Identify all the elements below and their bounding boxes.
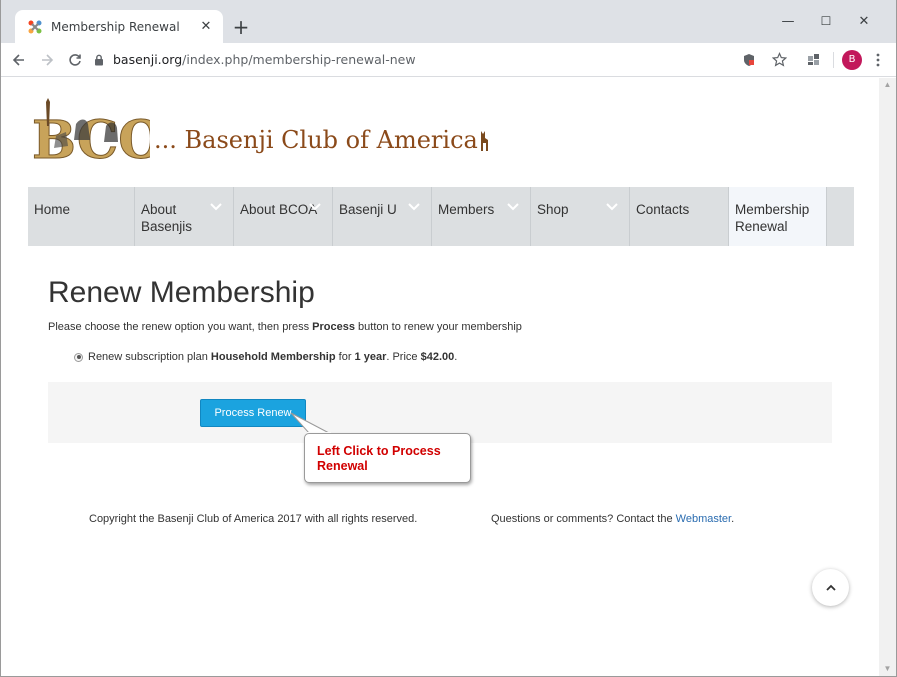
plan-name: Household Membership (210, 351, 336, 363)
plan-end: . (454, 351, 458, 363)
forward-icon[interactable] (35, 48, 59, 72)
menu-kebab-icon[interactable] (866, 48, 890, 72)
plan-pre: Renew subscription plan (88, 351, 211, 363)
browser-window: Membership Renewal ✕ + — ☐ ✕ basenji.org… (0, 0, 897, 677)
nav-item-label: Members (438, 202, 495, 217)
instructions-post: button to renew your membership (354, 321, 522, 333)
chevron-down-icon (309, 203, 321, 211)
toolbar-divider (833, 51, 834, 68)
radio-selected-dot (76, 355, 81, 359)
page-title: Renew Membership (48, 276, 315, 309)
scroll-up-arrow-icon[interactable]: ▲ (879, 80, 896, 90)
address-bar[interactable]: basenji.org/index.php/membership-renewal… (87, 46, 737, 74)
chevron-down-icon (507, 203, 519, 211)
nav-item-label: Contacts (636, 202, 690, 217)
extensions-puzzle-icon[interactable] (801, 48, 825, 72)
nav-item-basenji-u[interactable]: Basenji U (333, 187, 432, 246)
nav-item-members[interactable]: Members (432, 187, 531, 246)
footer-copyright: Copyright the Basenji Club of America 20… (89, 513, 418, 525)
nav-item-label: About BCOA (240, 202, 318, 217)
chevron-down-icon (408, 203, 420, 211)
plan-option[interactable]: Renew subscription plan Household Member… (74, 351, 457, 363)
vertical-scrollbar[interactable]: ▲ ▼ (879, 78, 896, 676)
back-icon[interactable] (7, 48, 31, 72)
nav-item-label: Basenji U (339, 202, 397, 217)
url-text: basenji.org/index.php/membership-renewal… (113, 52, 416, 67)
tab-title: Membership Renewal (51, 19, 180, 34)
main-nav: Home About Basenjis About BCOA Basenji U… (28, 187, 854, 246)
page-viewport: BCOA ... Basenji Club of America Home Ab… (1, 78, 879, 676)
tab-strip: Membership Renewal ✕ + — ☐ ✕ (1, 0, 896, 43)
nav-item-about-basenjis[interactable]: About Basenjis (135, 187, 234, 246)
url-host: basenji.org (113, 52, 183, 67)
nav-item-label: Membership Renewal (735, 202, 810, 234)
browser-tab[interactable]: Membership Renewal ✕ (15, 10, 223, 43)
profile-avatar[interactable]: B (842, 49, 862, 70)
scroll-to-top-button[interactable] (812, 569, 849, 606)
bookmark-star-icon[interactable] (767, 48, 791, 72)
callout-pointer (290, 412, 331, 435)
nav-item-shop[interactable]: Shop (531, 187, 630, 246)
plan-mid: for (335, 351, 355, 363)
nav-item-contacts[interactable]: Contacts (630, 187, 729, 246)
nav-item-label: Home (34, 202, 71, 217)
browser-toolbar: basenji.org/index.php/membership-renewal… (1, 43, 896, 77)
site-logo-text: ... Basenji Club of America (154, 126, 478, 154)
nav-filler (827, 187, 854, 246)
footer-contact-pre: Questions or comments? Contact the (491, 513, 676, 525)
instructions-bold: Process (312, 321, 355, 333)
site-logo[interactable]: BCOA ... Basenji Club of America (32, 92, 490, 162)
bcoa-logo-icon: BCOA (32, 98, 150, 162)
tab-close-icon[interactable]: ✕ (195, 16, 217, 38)
dog-silhouette-icon (480, 131, 488, 151)
plan-label: Renew subscription plan Household Member… (88, 351, 457, 363)
callout-text: Left Click to Process Renewal (317, 444, 441, 473)
svg-text:BCOA: BCOA (32, 110, 150, 162)
footer-contact: Questions or comments? Contact the Webma… (491, 513, 734, 525)
webmaster-link[interactable]: Webmaster (676, 513, 731, 525)
maximize-icon[interactable]: ☐ (810, 10, 842, 32)
plan-radio[interactable] (74, 352, 83, 362)
instructions-text: Please choose the renew option you want,… (48, 321, 522, 333)
nav-item-about-bcoa[interactable]: About BCOA (234, 187, 333, 246)
plan-price-pre: . Price (386, 351, 421, 363)
scroll-down-arrow-icon[interactable]: ▼ (879, 664, 896, 674)
chevron-up-icon (825, 584, 836, 591)
minimize-icon[interactable]: — (772, 10, 804, 32)
nav-item-label: About Basenjis (141, 202, 193, 234)
nav-item-membership-renewal[interactable]: Membership Renewal (729, 187, 827, 246)
plan-price: $42.00 (420, 351, 455, 363)
nav-item-home[interactable]: Home (28, 187, 135, 246)
instruction-callout: Left Click to Process Renewal (304, 433, 471, 483)
extension-shield-icon[interactable] (737, 48, 761, 72)
lock-icon (95, 54, 103, 65)
chevron-down-icon (606, 203, 618, 211)
new-tab-button[interactable]: + (230, 15, 252, 39)
close-window-icon[interactable]: ✕ (848, 10, 880, 32)
chevron-down-icon (210, 203, 222, 211)
url-path: /index.php/membership-renewal-new (182, 52, 416, 67)
nav-item-label: Shop (537, 202, 569, 217)
joomla-favicon-icon (28, 20, 42, 33)
instructions-pre: Please choose the renew option you want,… (48, 321, 313, 333)
reload-icon[interactable] (63, 48, 87, 72)
plan-term: 1 year (354, 351, 387, 363)
footer-contact-post: . (731, 513, 735, 525)
